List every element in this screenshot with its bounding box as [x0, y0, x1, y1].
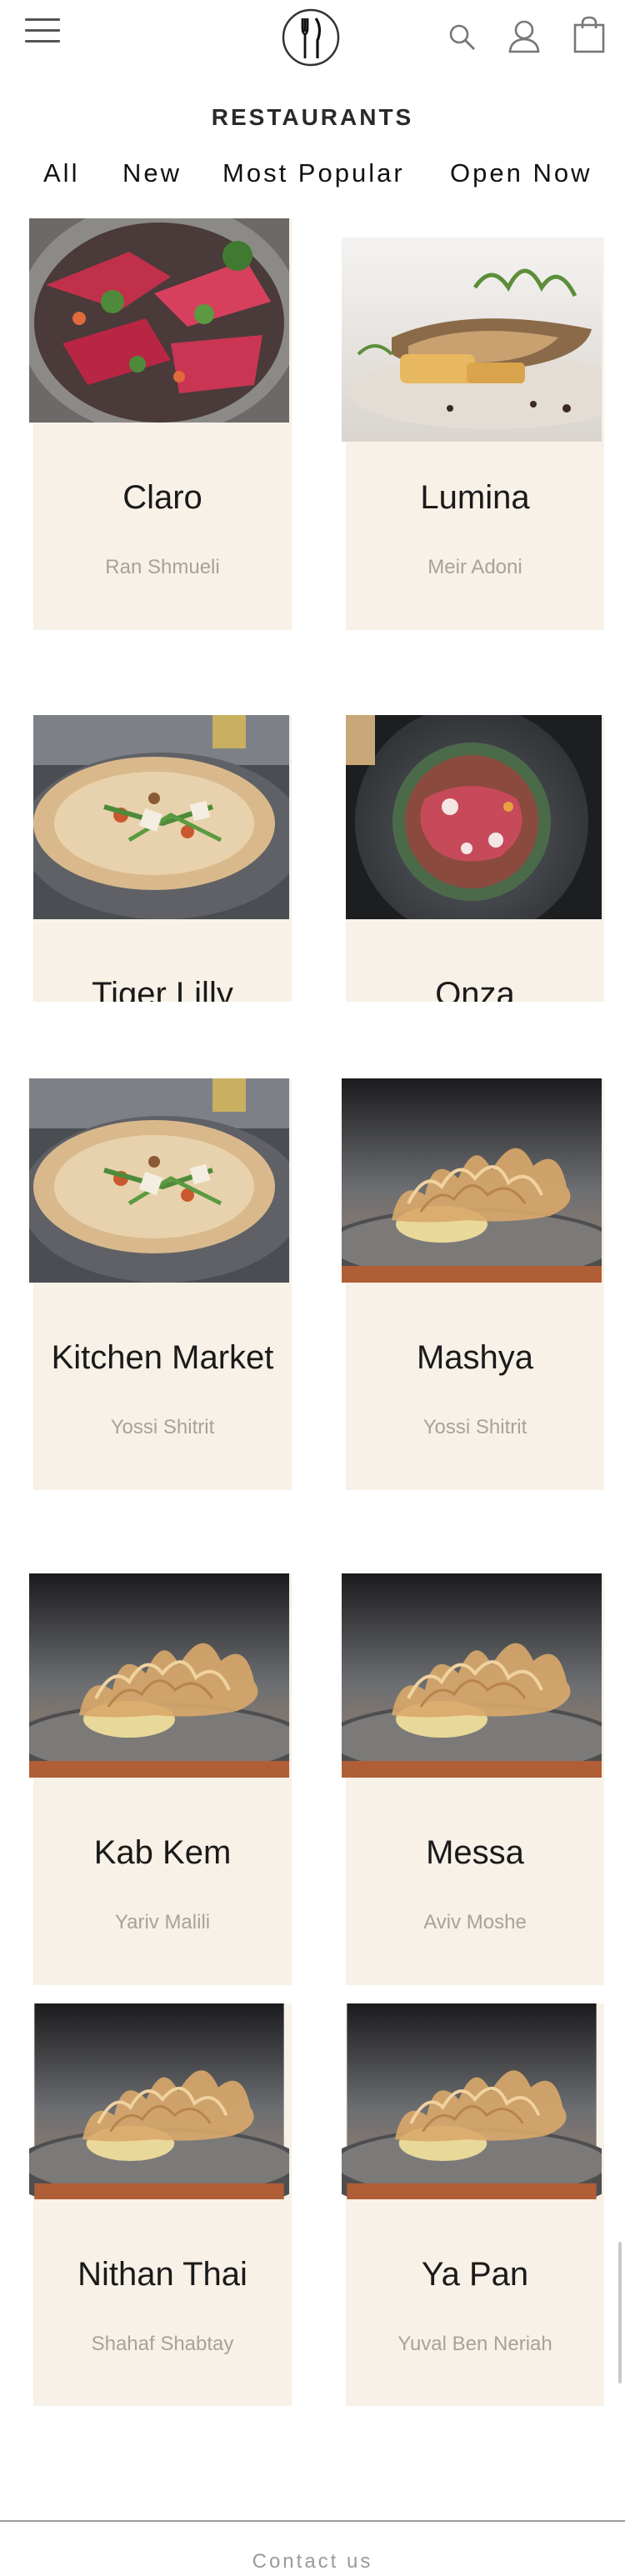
shopping-bag-icon[interactable] — [572, 15, 607, 53]
restaurant-card-claro[interactable]: Claro Ran Shmueli — [33, 218, 292, 630]
filter-tabs: All New Most Popular Open Now — [0, 158, 625, 197]
restaurant-image — [342, 238, 602, 442]
restaurant-name: Mashya — [416, 1339, 534, 1376]
filter-tab-new[interactable]: New — [122, 158, 182, 188]
page-title: RESTAURANTS — [211, 104, 414, 130]
restaurant-image — [346, 715, 602, 919]
site-header — [0, 0, 625, 75]
restaurant-name: Ya Pan — [421, 2256, 529, 2293]
restaurant-chef: Shahaf Shabtay — [91, 2333, 234, 2355]
contact-us-link[interactable]: Contact us — [0, 2550, 625, 2573]
restaurant-name: Messa — [426, 1834, 524, 1871]
restaurant-image — [29, 1573, 289, 1778]
restaurant-image — [29, 218, 289, 423]
filter-tab-open-now[interactable]: Open Now — [450, 158, 592, 188]
restaurant-name: Lumina — [420, 479, 530, 516]
filter-tab-all[interactable]: All — [43, 158, 79, 188]
footer-divider — [0, 2520, 625, 2522]
restaurant-card-messa[interactable]: Messa Aviv Moshe — [346, 1573, 604, 1985]
restaurant-image — [342, 2003, 602, 2199]
restaurant-card-onza[interactable]: Onza — [346, 715, 604, 1002]
search-icon[interactable] — [447, 22, 477, 52]
user-icon[interactable] — [508, 18, 541, 53]
restaurant-card-lumina[interactable]: Lumina Meir Adoni — [346, 238, 604, 630]
restaurant-name: Claro — [122, 479, 202, 516]
restaurant-name: Tiger Lilly — [92, 976, 233, 1002]
restaurant-card-mashya[interactable]: Mashya Yossi Shitrit — [346, 1078, 604, 1490]
restaurant-image — [342, 1573, 602, 1778]
restaurant-image — [342, 1078, 602, 1283]
restaurant-card-kitchen-market[interactable]: Kitchen Market Yossi Shitrit — [33, 1078, 292, 1490]
restaurant-chef: Aviv Moshe — [423, 1911, 527, 1933]
restaurant-chef: Ran Shmueli — [105, 556, 220, 578]
restaurant-image — [29, 1078, 289, 1283]
hamburger-menu-icon[interactable] — [25, 18, 60, 47]
filter-tab-most-popular[interactable]: Most Popular — [222, 158, 405, 188]
restaurant-chef: Yossi Shitrit — [422, 1416, 528, 1438]
restaurant-card-nithan-thai[interactable]: Nithan Thai Shahaf Shabtay — [33, 2003, 292, 2406]
restaurant-image — [33, 715, 289, 919]
restaurant-card-tiger-lilly[interactable]: Tiger Lilly — [33, 715, 292, 1002]
restaurant-name: Kab Kem — [93, 1834, 232, 1871]
restaurant-card-kab-kem[interactable]: Kab Kem Yariv Malili — [33, 1573, 292, 1985]
restaurant-name: Nithan Thai — [78, 2256, 248, 2293]
restaurant-chef: Yariv Malili — [114, 1911, 211, 1933]
restaurant-chef: Yuval Ben Neriah — [398, 2333, 552, 2355]
scrollbar[interactable] — [618, 2242, 622, 2383]
restaurant-image — [29, 2003, 289, 2199]
restaurant-chef: Yossi Shitrit — [110, 1416, 215, 1438]
restaurant-name: Onza — [435, 976, 515, 1002]
fork-knife-logo-icon[interactable] — [280, 7, 342, 68]
restaurant-name: Kitchen Market — [51, 1339, 274, 1376]
restaurant-chef: Meir Adoni — [428, 556, 522, 578]
restaurant-card-ya-pan[interactable]: Ya Pan Yuval Ben Neriah — [346, 2003, 604, 2406]
